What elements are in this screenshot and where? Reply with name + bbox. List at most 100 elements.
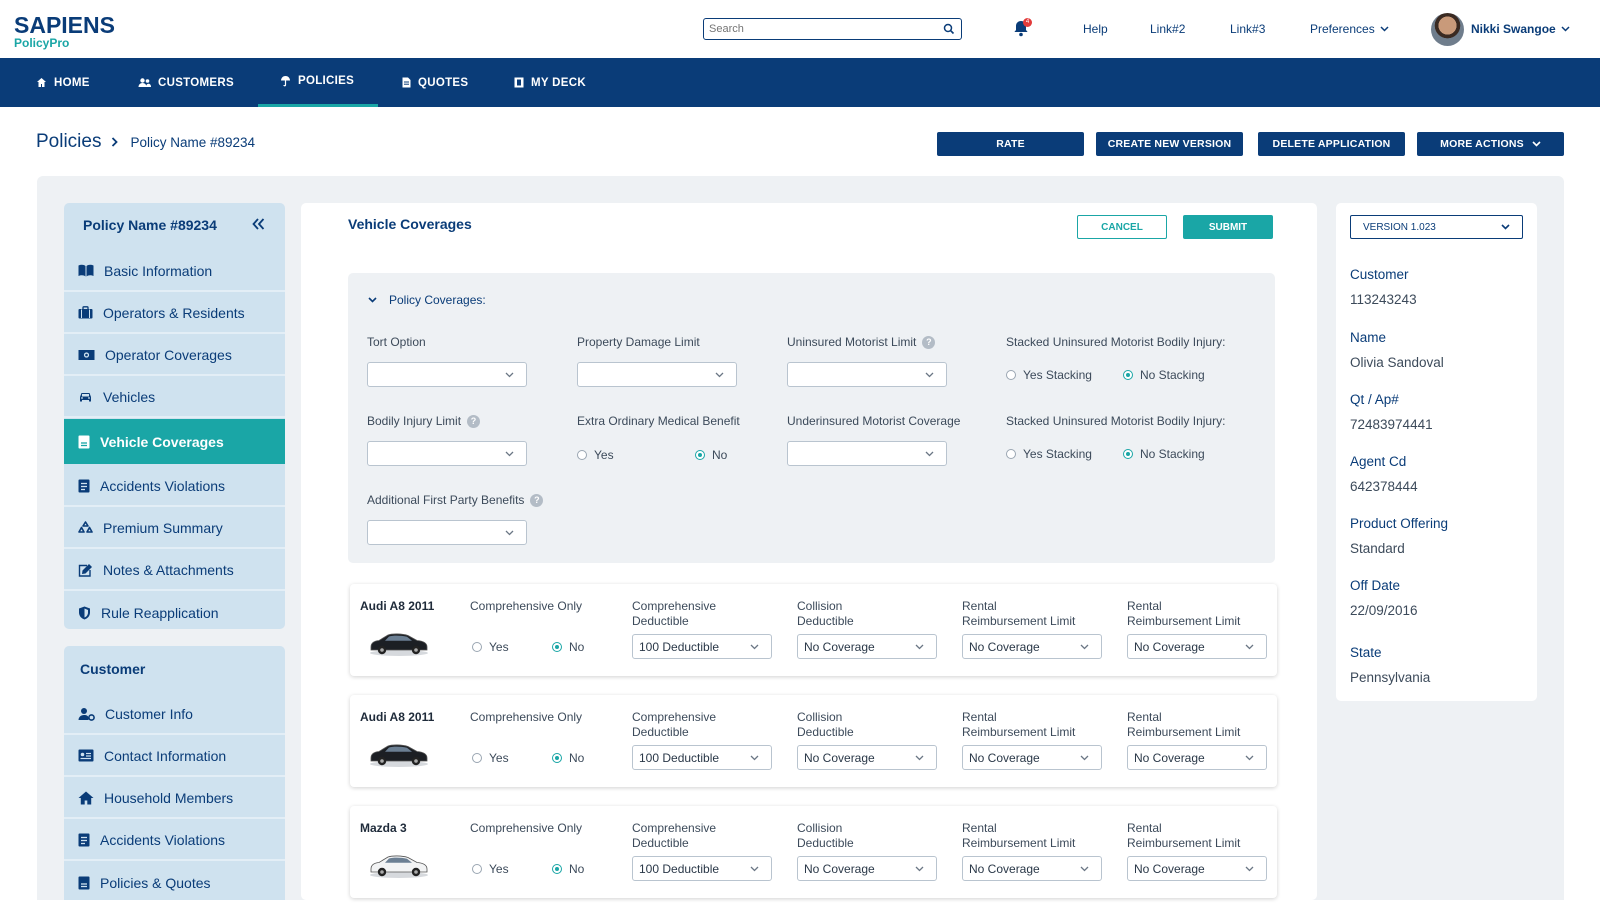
comprehensive-no-radio[interactable]: No [552,862,584,876]
rental-reimbursement-select-2[interactable]: No Coverage [1127,745,1267,770]
comprehensive-yes-radio[interactable]: Yes [472,862,509,876]
policy-sidebar: Policy Name #89234 Basic Information Ope… [64,203,285,629]
bodily-injury-limit-select[interactable] [367,441,527,466]
cancel-button[interactable]: CANCEL [1077,215,1167,239]
chevron-down-icon [1380,26,1389,32]
extra-medical-yes-radio[interactable]: Yes [577,448,614,462]
chevron-down-icon [915,755,924,761]
shield-icon [78,606,101,620]
additional-first-party-select[interactable] [367,520,527,545]
tort-option-select[interactable] [367,362,527,387]
radio-button [472,753,482,763]
yes-stacking-radio-2[interactable]: Yes Stacking [1006,447,1092,461]
select-value: No Coverage [804,862,875,876]
property-damage-limit-select[interactable] [577,362,737,387]
extra-medical-text: Extra Ordinary Medical Benefit [577,414,740,428]
sidebar-item-policies-quotes[interactable]: Policies & Quotes [64,862,285,903]
logo[interactable]: SAPIENS PolicyPro [14,14,115,51]
sidebar-item-basic-information[interactable]: Basic Information [64,251,285,292]
preferences-menu[interactable]: Preferences [1310,22,1389,36]
nav-my-deck[interactable]: MY DECK [514,58,586,107]
rental-reimbursement-select-2[interactable]: No Coverage [1127,856,1267,881]
sidebar-item-contact-information[interactable]: Contact Information [64,736,285,777]
comprehensive-deductible-select[interactable]: 100 Deductible [632,745,772,770]
nav-home[interactable]: HOME [36,58,90,107]
underinsured-motorist-text: Underinsured Motorist Coverage [787,414,961,428]
sidebar-item-customer-accidents-violations[interactable]: Accidents Violations [64,820,285,861]
collapse-icon[interactable] [252,218,265,230]
no-label: No [712,448,728,462]
nav-quotes[interactable]: QUOTES [402,58,468,107]
sidebar-item-label: Vehicles [103,388,156,405]
comprehensive-only-label: Comprehensive Only [470,710,583,724]
no-stacking-radio-2[interactable]: No Stacking [1123,447,1205,461]
notifications-button[interactable]: 4 [1012,18,1034,39]
sidebar-item-rule-reapplication[interactable]: Rule Reapplication [64,592,285,633]
rental-line-2: Reimbursement Limit [1127,725,1241,739]
uninsured-motorist-limit-select[interactable] [787,362,947,387]
extra-medical-no-radio[interactable]: No [695,448,727,462]
sidebar-item-customer-info[interactable]: Customer Info [64,694,285,735]
comprehensive-yes-radio[interactable]: Yes [472,640,509,654]
sidebar-item-vehicle-coverages[interactable]: Vehicle Coverages [64,419,285,464]
home-icon [36,77,54,88]
delete-application-button[interactable]: DELETE APPLICATION [1258,132,1405,156]
no-stacking-radio-1[interactable]: No Stacking [1123,368,1205,382]
help-icon[interactable]: ? [467,414,481,428]
sidebar-item-operator-coverages[interactable]: Operator Coverages [64,335,285,376]
help-icon[interactable]: ? [922,335,936,349]
nav-customers[interactable]: CUSTOMERS [138,58,234,107]
link-3[interactable]: Link#3 [1230,22,1265,36]
submit-button[interactable]: SUBMIT [1183,215,1273,239]
customer-label: Customer [1350,267,1409,282]
yes-stacking-label: Yes Stacking [1023,368,1092,382]
sidebar-item-vehicles[interactable]: Vehicles [64,377,285,418]
nav-policies[interactable]: POLICIES [258,58,378,107]
sidebar-item-accidents-violations[interactable]: Accidents Violations [64,466,285,507]
collision-deductible-select[interactable]: No Coverage [797,745,937,770]
radio-button-selected [695,450,705,460]
comprehensive-yes-radio[interactable]: Yes [472,751,509,765]
collision-deductible-select[interactable]: No Coverage [797,634,937,659]
additional-first-party-label: Additional First Party Benefits? [367,493,544,507]
help-link[interactable]: Help [1083,22,1108,36]
yes-stacking-radio-1[interactable]: Yes Stacking [1006,368,1092,382]
sidebar-item-notes-attachments[interactable]: Notes & Attachments [64,550,285,591]
sidebar-item-operators-residents[interactable]: Operators & Residents [64,293,285,334]
chevron-down-icon [925,451,934,457]
comprehensive-no-radio[interactable]: No [552,640,584,654]
chevron-down-icon [915,866,924,872]
recycle-icon [78,520,103,535]
product-offering-label: Product Offering [1350,516,1449,531]
comprehensive-deductible-select[interactable]: 100 Deductible [632,856,772,881]
help-icon[interactable]: ? [530,493,544,507]
search-input[interactable] [704,19,929,39]
rate-button[interactable]: RATE [937,132,1084,156]
comprehensive-only-label: Comprehensive Only [470,599,583,613]
create-new-version-button[interactable]: CREATE NEW VERSION [1096,132,1243,156]
more-actions-button[interactable]: MORE ACTIONS [1417,132,1564,156]
sidebar-item-premium-summary[interactable]: Premium Summary [64,508,285,549]
breadcrumb-policies[interactable]: Policies [36,131,101,153]
policy-coverages-toggle[interactable]: Policy Coverages: [368,293,486,307]
rental-reimbursement-label: Rental Reimbursement Limit [962,599,1075,629]
rental-reimbursement-select[interactable]: No Coverage [962,634,1102,659]
comprehensive-deductible-select[interactable]: 100 Deductible [632,634,772,659]
user-menu[interactable]: Nikki Swangoe [1431,12,1570,46]
breadcrumb-current: Policy Name #89234 [130,134,256,150]
coll-ded-line-2: Deductible [797,614,854,628]
rental-reimbursement-select[interactable]: No Coverage [962,745,1102,770]
car-icon [78,391,103,403]
comprehensive-deductible-label: Comprehensive Deductible [632,821,716,851]
comprehensive-no-radio[interactable]: No [552,751,584,765]
version-select[interactable]: VERSION 1.023 [1350,215,1523,239]
collision-deductible-select[interactable]: No Coverage [797,856,937,881]
rental-reimbursement-select-2[interactable]: No Coverage [1127,634,1267,659]
search-icon[interactable] [943,23,955,35]
underinsured-motorist-select[interactable] [787,441,947,466]
link-2[interactable]: Link#2 [1150,22,1185,36]
rental-line-1: Rental [1127,821,1162,835]
chevron-down-icon [1245,644,1254,650]
sidebar-item-household-members[interactable]: Household Members [64,778,285,819]
rental-reimbursement-select[interactable]: No Coverage [962,856,1102,881]
